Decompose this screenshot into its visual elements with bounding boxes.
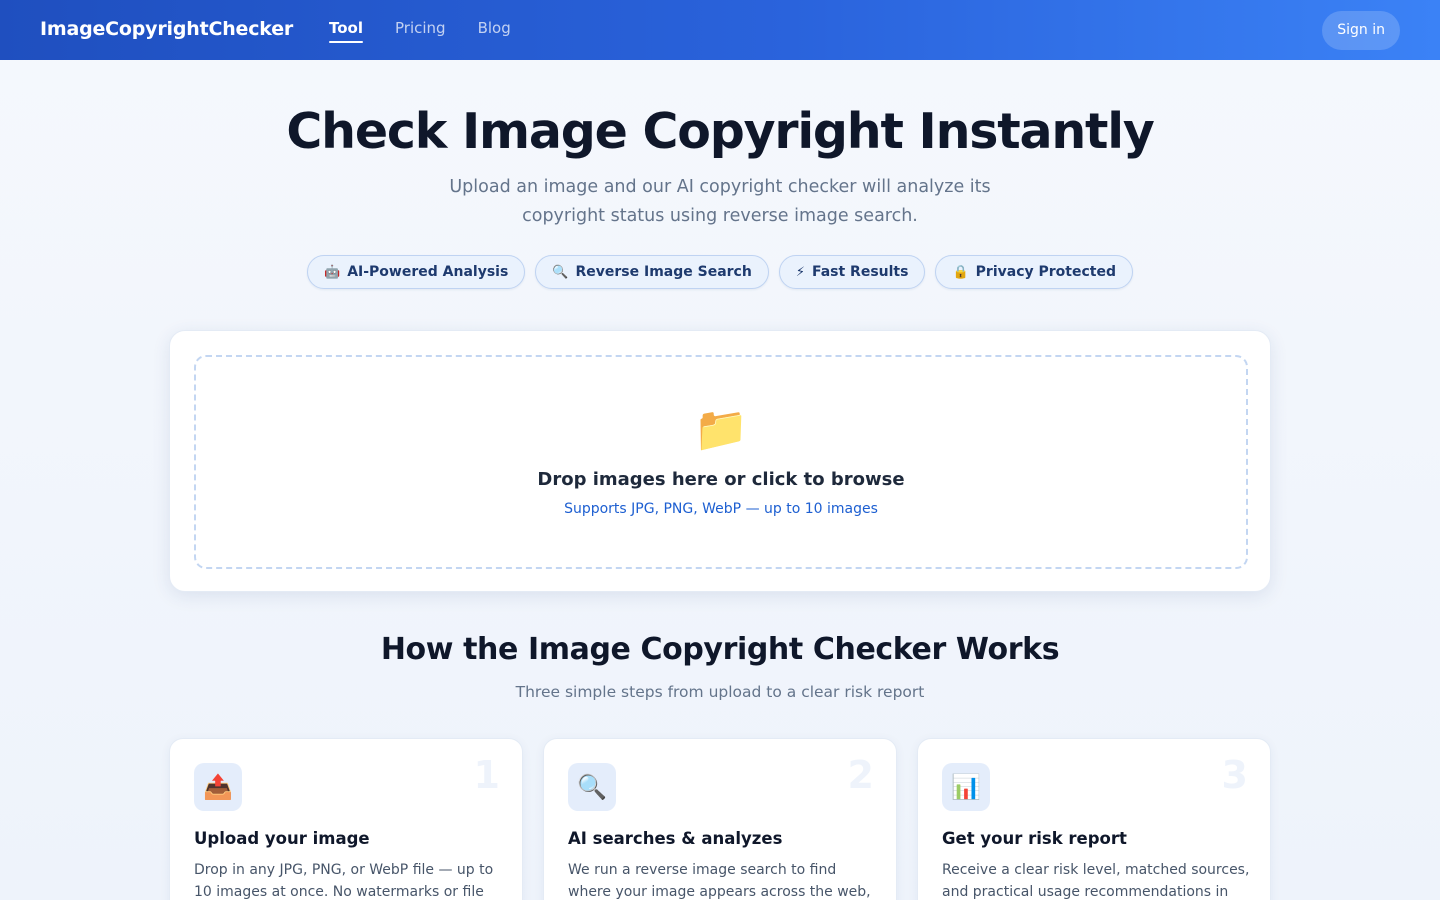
upload-tray-icon: 📤: [194, 763, 242, 811]
steps-list: 1 📤 Upload your image Drop in any JPG, P…: [169, 738, 1271, 900]
step-card-analyze: 2 🔍 AI searches & analyzes We run a reve…: [543, 738, 897, 900]
robot-icon: 🤖: [324, 264, 341, 280]
feature-chip-reverse-search: 🔍 Reverse Image Search: [535, 255, 769, 289]
step-card-report: 3 📊 Get your risk report Receive a clear…: [917, 738, 1271, 900]
nav-tab-pricing[interactable]: Pricing: [395, 19, 446, 43]
how-it-works-subtitle: Three simple steps from upload to a clea…: [515, 683, 925, 701]
step-number: 3: [1221, 753, 1248, 797]
page-subtitle: Upload an image and our AI copyright che…: [449, 177, 991, 226]
feature-chip-ai-analysis: 🤖 AI-Powered Analysis: [307, 255, 526, 289]
how-it-works-title: How the Image Copyright Checker Works: [380, 632, 1060, 667]
feature-chips: 🤖 AI-Powered Analysis 🔍 Reverse Image Se…: [0, 255, 1440, 289]
bar-chart-icon: 📊: [942, 763, 990, 811]
dropzone-title: Drop images here or click to browse: [537, 469, 905, 490]
step-description: We run a reverse image search to find wh…: [568, 862, 871, 900]
dropzone-hint: Supports JPG, PNG, WebP — up to 10 image…: [564, 501, 878, 517]
step-title: AI searches & analyzes: [568, 829, 783, 848]
nav-tab-tool[interactable]: Tool: [329, 19, 363, 43]
brand-logo[interactable]: ImageCopyrightChecker: [40, 18, 293, 40]
magnifier-icon: 🔍: [552, 264, 569, 280]
main-nav: Tool Pricing Blog: [329, 19, 511, 43]
image-dropzone[interactable]: 📁 Drop images here or click to browse Su…: [194, 355, 1248, 569]
top-navigation-bar: ImageCopyrightChecker Tool Pricing Blog …: [0, 0, 1440, 60]
step-title: Upload your image: [194, 829, 370, 848]
step-icon-glyph: 📤: [203, 773, 233, 801]
step-description: Drop in any JPG, PNG, or WebP file — up …: [194, 862, 494, 900]
folder-icon: 📁: [693, 404, 749, 455]
step-card-upload: 1 📤 Upload your image Drop in any JPG, P…: [169, 738, 523, 900]
feature-chip-label: Privacy Protected: [975, 264, 1116, 280]
step-icon-glyph: 📊: [951, 773, 981, 801]
feature-chip-label: AI-Powered Analysis: [347, 264, 509, 280]
step-icon-glyph: 🔍: [577, 773, 607, 801]
step-title: Get your risk report: [942, 829, 1127, 848]
nav-tab-blog[interactable]: Blog: [478, 19, 511, 43]
sign-in-button[interactable]: Sign in: [1322, 11, 1400, 50]
lightning-icon: ⚡: [795, 264, 805, 280]
feature-chip-label: Fast Results: [811, 264, 909, 280]
magnifier-icon: 🔍: [568, 763, 616, 811]
upload-card: 📁 Drop images here or click to browse Su…: [169, 330, 1271, 592]
lock-icon: 🔒: [952, 264, 969, 280]
feature-chip-privacy: 🔒 Privacy Protected: [935, 255, 1133, 289]
step-description: Receive a clear risk level, matched sour…: [942, 862, 1250, 900]
step-number: 2: [847, 753, 874, 797]
feature-chip-label: Reverse Image Search: [575, 264, 752, 280]
page-title: Check Image Copyright Instantly: [286, 103, 1154, 160]
feature-chip-fast-results: ⚡ Fast Results: [778, 255, 926, 289]
step-number: 1: [473, 753, 500, 797]
